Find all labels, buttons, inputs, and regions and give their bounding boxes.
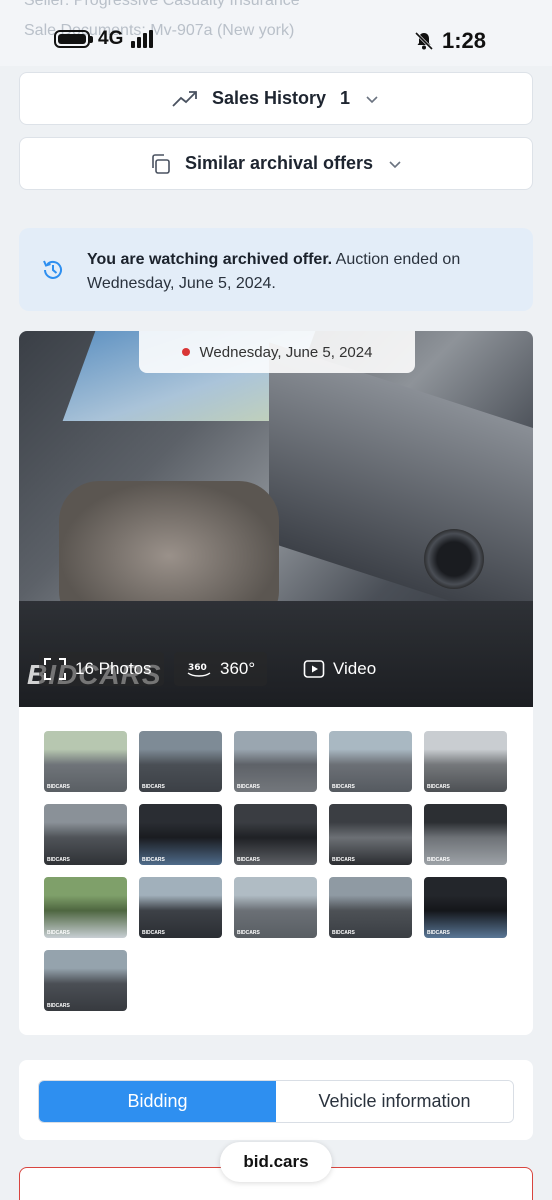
main-photo[interactable]: BIDCARS Wednesday, June 5, 2024 16 Photo… [19, 331, 533, 707]
thumb-rear-left[interactable]: BIDCARS [234, 731, 317, 792]
battery-icon [54, 30, 93, 48]
thumb-key[interactable]: BIDCARS [44, 877, 127, 938]
thumb-watermark: BIDCARS [142, 857, 165, 863]
sales-history-label: Sales History [211, 88, 327, 108]
thumb-watermark: BIDCARS [237, 857, 260, 863]
copy-icon [152, 153, 170, 174]
thumb-watermark: BIDCARS [427, 857, 450, 863]
video-label: Video [333, 659, 377, 678]
thumb-side-left[interactable]: BIDCARS [234, 877, 317, 938]
play-icon [303, 660, 325, 678]
thumb-watermark: BIDCARS [47, 1003, 70, 1009]
photos-button[interactable]: 16 Photos [39, 652, 164, 686]
notice-strong: You are watching archived offer. [87, 251, 333, 268]
thumb-side-right[interactable]: BIDCARS [329, 877, 412, 938]
view-360-button[interactable]: 360 360° [174, 652, 268, 686]
thumb-watermark: BIDCARS [142, 930, 165, 936]
thumb-watermark: BIDCARS [237, 784, 260, 790]
fullscreen-icon [44, 658, 66, 680]
photos-label: 16 Photos [75, 659, 152, 678]
signal-icon [131, 30, 154, 48]
thumb-watermark: BIDCARS [427, 784, 450, 790]
thumb-interior[interactable]: BIDCARS [424, 731, 507, 792]
status-left: 4G [54, 28, 154, 50]
tabs-card: Bidding Vehicle information [19, 1060, 533, 1140]
thumb-front[interactable]: BIDCARS [139, 877, 222, 938]
notice-text: You are watching archived offer. Auction… [87, 248, 507, 296]
thumb-watermark: BIDCARS [427, 930, 450, 936]
thumb-side[interactable]: BIDCARS [329, 731, 412, 792]
sales-history-count: 1 [340, 88, 351, 108]
thumb-watermark: BIDCARS [47, 930, 70, 936]
browser-url[interactable]: bid.cars [220, 1142, 332, 1182]
thumb-front-left[interactable]: BIDCARS [44, 731, 127, 792]
clock: 1:28 [441, 28, 486, 53]
thumb-watermark: BIDCARS [142, 784, 165, 790]
red-dot-icon [181, 348, 190, 356]
thumb-rear[interactable]: BIDCARS [44, 950, 127, 1011]
auction-date: Wednesday, June 5, 2024 [199, 343, 373, 361]
thumb-odometer[interactable]: BIDCARS [424, 877, 507, 938]
auction-date-pill: Wednesday, June 5, 2024 [139, 331, 415, 373]
thumb-watermark: BIDCARS [237, 930, 260, 936]
chevron-down-icon [366, 95, 378, 103]
tab-bar: Bidding Vehicle information [38, 1080, 514, 1123]
chevron-down-icon [389, 160, 401, 168]
thumb-watermark: BIDCARS [332, 857, 355, 863]
trending-up-icon [172, 90, 197, 107]
media-bar: 16 Photos 360 360° Video [19, 649, 533, 689]
thumb-dashboard[interactable]: BIDCARS [139, 804, 222, 865]
bell-muted-icon [414, 31, 434, 51]
sales-history-row[interactable]: Sales History 1 [19, 72, 533, 125]
thumb-watermark: BIDCARS [332, 930, 355, 936]
similar-offers-row[interactable]: Similar archival offers [19, 137, 533, 190]
network-type: 4G [98, 28, 124, 49]
tab-bidding[interactable]: Bidding [39, 1081, 276, 1122]
thumb-watermark: BIDCARS [47, 784, 70, 790]
thumbnail-grid: BIDCARS BIDCARS BIDCARS BIDCARS BIDCARS BIDCA… [44, 731, 514, 1011]
thumb-watermark: BIDCARS [332, 784, 355, 790]
thumb-front-damage[interactable]: BIDCARS [44, 804, 127, 865]
rotate-360-icon: 360 [187, 663, 211, 677]
thumb-seat[interactable]: BIDCARS [234, 804, 317, 865]
svg-text:360: 360 [188, 663, 207, 673]
gallery-card: BIDCARS Wednesday, June 5, 2024 16 Photo… [19, 331, 533, 1035]
thumb-watermark: BIDCARS [47, 857, 70, 863]
video-button[interactable]: Video [291, 652, 388, 686]
archived-notice: You are watching archived offer. Auction… [19, 228, 533, 311]
history-icon [43, 260, 62, 279]
status-right: 1:28 [414, 28, 486, 54]
seller-line: Seller: Progressive Casualty Insurance [24, 0, 300, 9]
thumb-engine[interactable]: BIDCARS [424, 804, 507, 865]
thumb-label[interactable]: BIDCARS [329, 804, 412, 865]
similar-offers-label: Similar archival offers [184, 153, 374, 173]
thumb-front-right[interactable]: BIDCARS [139, 731, 222, 792]
status-bar: Seller: Progressive Casualty Insurance S… [0, 0, 552, 66]
view-360-label: 360° [220, 659, 256, 678]
tab-vehicle-information[interactable]: Vehicle information [276, 1081, 513, 1122]
